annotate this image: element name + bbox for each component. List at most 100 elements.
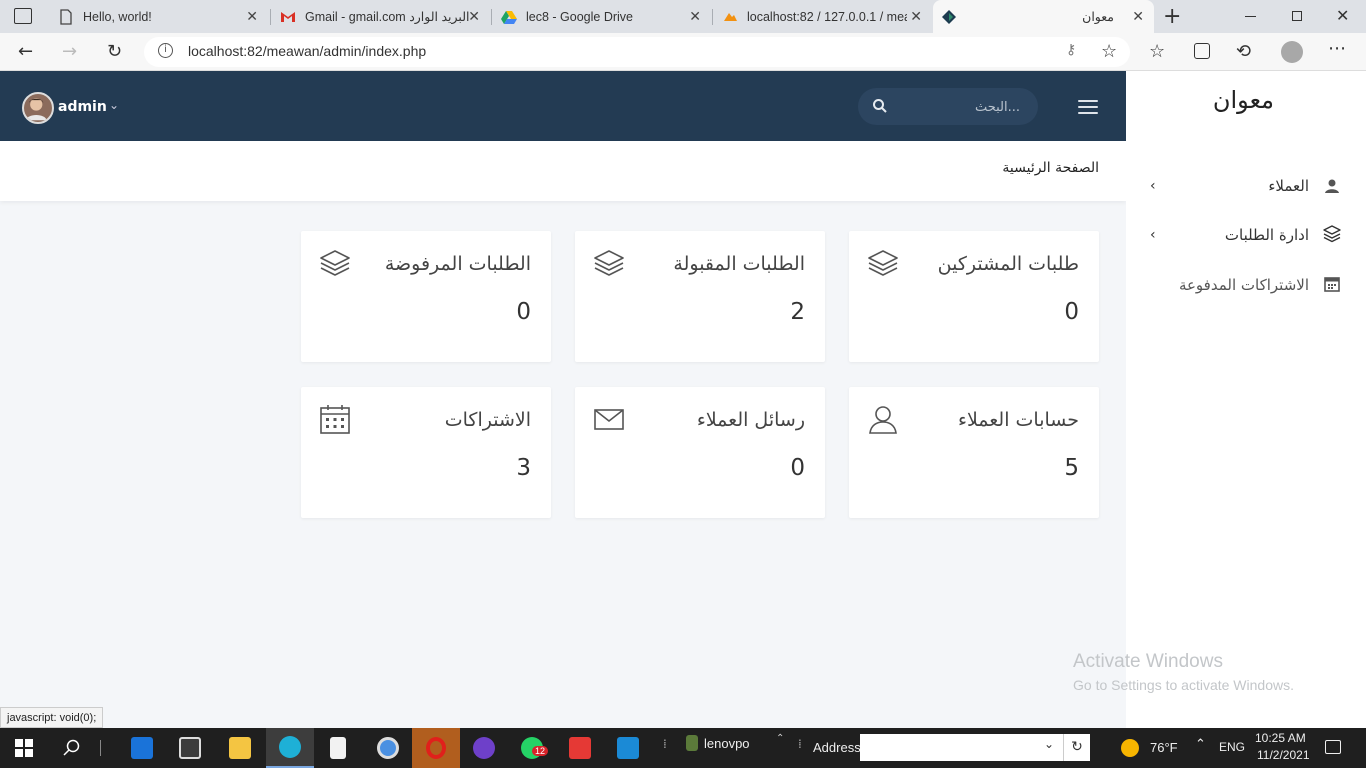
card-value: 5 xyxy=(1064,455,1079,481)
sidebar-item-paid-subscriptions[interactable]: الاشتراكات المدفوعة xyxy=(1179,276,1309,294)
back-icon[interactable]: ← xyxy=(18,41,33,62)
url-text[interactable]: localhost:82/meawan/admin/index.php xyxy=(188,43,426,59)
chevron-left-icon[interactable]: ‹ xyxy=(1150,178,1156,194)
activate-windows-hint: Go to Settings to activate Windows. xyxy=(1073,677,1294,693)
card-title: طلبات المشتركين xyxy=(937,253,1079,275)
search-icon[interactable] xyxy=(872,98,888,114)
close-tab-icon[interactable]: ✕ xyxy=(689,8,701,25)
card-title: رسائل العملاء xyxy=(696,409,805,431)
close-tab-icon[interactable]: ✕ xyxy=(910,8,922,25)
profile-icon[interactable] xyxy=(1281,41,1303,63)
tab-hello-world[interactable]: Hello, world! ✕ xyxy=(50,0,268,33)
new-tab-icon[interactable]: + xyxy=(1163,4,1181,29)
card-value: 2 xyxy=(790,299,805,325)
toolbar-user-label[interactable]: lenovpo xyxy=(704,736,750,751)
search-input[interactable] xyxy=(895,97,1020,117)
card-value: 0 xyxy=(516,299,531,325)
card-customer-accounts[interactable]: حسابات العملاء 5 xyxy=(849,387,1099,518)
minimize-icon[interactable] xyxy=(1245,16,1256,17)
layers-icon xyxy=(1323,225,1341,243)
chevron-up-icon[interactable]: ⌃ xyxy=(776,733,784,744)
user-menu-label[interactable]: admin xyxy=(58,99,107,115)
tab-title: البريد الوارد Gmail - gmail.com xyxy=(305,10,470,24)
chevron-left-icon[interactable]: ‹ xyxy=(1150,227,1156,243)
sidebar-item-customers[interactable]: العملاء xyxy=(1268,177,1309,195)
tab-gmail[interactable]: البريد الوارد Gmail - gmail.com ✕ xyxy=(272,0,490,33)
chrome-app-icon[interactable] xyxy=(364,728,412,768)
gmail-icon xyxy=(281,11,295,22)
card-subscriber-requests[interactable]: طلبات المشتركين 0 xyxy=(849,231,1099,362)
tab-separator xyxy=(491,9,492,25)
tab-meawan-active[interactable]: معوان ✕ xyxy=(933,0,1154,33)
tab-title: localhost:82 / 127.0.0.1 / mea xyxy=(747,9,907,24)
clock-time[interactable]: 10:25 AM xyxy=(1255,731,1306,745)
taskbar-separator xyxy=(100,740,101,756)
card-title: حسابات العملاء xyxy=(958,409,1079,431)
add-favorite-icon[interactable]: ☆ xyxy=(1101,41,1117,62)
tab-separator xyxy=(712,9,713,25)
sidebar-item-requests[interactable]: ادارة الطلبات xyxy=(1225,226,1309,244)
close-tab-icon[interactable]: ✕ xyxy=(1132,8,1144,25)
google-drive-icon xyxy=(501,10,517,24)
notification-badge: 12 xyxy=(532,746,549,756)
store-app-icon[interactable] xyxy=(166,728,214,768)
input-language[interactable]: ENG xyxy=(1219,740,1245,754)
card-title: الاشتراكات xyxy=(444,409,531,431)
weather-temperature[interactable]: 76°F xyxy=(1150,740,1178,755)
edge-browser-icon[interactable] xyxy=(266,728,314,768)
taskbar-search-icon[interactable] xyxy=(48,728,96,768)
clock-date[interactable]: 11/2/2021 xyxy=(1257,748,1310,762)
card-subscriptions[interactable]: الاشتراكات 3 xyxy=(301,387,551,518)
calendar-icon xyxy=(320,405,350,434)
restore-icon[interactable] xyxy=(1292,11,1302,21)
tab-actions-icon[interactable] xyxy=(14,8,32,24)
chevron-up-icon[interactable]: ⌃ xyxy=(1195,737,1206,752)
notifications-icon[interactable] xyxy=(1325,740,1341,754)
anydesk-icon[interactable] xyxy=(556,728,604,768)
card-accepted-requests[interactable]: الطلبات المقبولة 2 xyxy=(575,231,825,362)
card-value: 3 xyxy=(516,455,531,481)
chevron-down-icon[interactable]: ⌄ xyxy=(1044,737,1054,751)
tab-title: معوان xyxy=(1082,10,1114,24)
phpmyadmin-icon xyxy=(724,12,737,21)
key-icon[interactable]: ⚷ xyxy=(1066,42,1076,58)
menu-toggle-icon[interactable] xyxy=(1078,100,1098,114)
card-customer-messages[interactable]: رسائل العملاء 0 xyxy=(575,387,825,518)
toolbar-grip: ⁞ xyxy=(663,737,667,751)
vscode-icon[interactable] xyxy=(604,728,652,768)
favorites-icon[interactable]: ☆ xyxy=(1149,41,1165,62)
card-title: الطلبات المرفوضة xyxy=(384,253,531,275)
weather-icon[interactable] xyxy=(1121,739,1139,757)
site-info-icon[interactable]: i xyxy=(158,43,173,58)
activate-windows-watermark: Activate Windows xyxy=(1073,651,1223,672)
opera-app-icon[interactable] xyxy=(412,728,460,768)
file-explorer-icon[interactable] xyxy=(216,728,264,768)
address-toolbar-input[interactable] xyxy=(860,734,1063,761)
github-desktop-icon[interactable] xyxy=(460,728,508,768)
forward-icon[interactable]: → xyxy=(62,41,77,62)
card-title: الطلبات المقبولة xyxy=(673,253,805,275)
layers-icon xyxy=(320,250,350,276)
close-tab-icon[interactable]: ✕ xyxy=(468,8,480,25)
notepad-app-icon[interactable] xyxy=(314,728,362,768)
breadcrumb: الصفحة الرئيسية xyxy=(1002,160,1099,176)
toolbar-grip: ⁞ xyxy=(798,737,802,751)
tab-phpmyadmin[interactable]: localhost:82 / 127.0.0.1 / mea ✕ xyxy=(714,0,932,33)
mail-app-icon[interactable] xyxy=(118,728,166,768)
card-rejected-requests[interactable]: الطلبات المرفوضة 0 xyxy=(301,231,551,362)
collections-icon[interactable] xyxy=(1194,43,1210,59)
brand-logo-text[interactable]: معوان xyxy=(1213,86,1274,114)
card-value: 0 xyxy=(790,455,805,481)
avatar[interactable] xyxy=(22,92,54,124)
whatsapp-icon[interactable]: 12 xyxy=(508,728,556,768)
refresh-icon[interactable]: ↻ xyxy=(1063,734,1090,761)
tab-google-drive[interactable]: lec8 - Google Drive ✕ xyxy=(493,0,711,33)
reload-icon[interactable]: ↻ xyxy=(107,41,122,62)
window-close-icon[interactable]: ✕ xyxy=(1336,6,1349,25)
start-icon[interactable] xyxy=(0,728,48,768)
chevron-down-icon[interactable]: ⌄ xyxy=(109,98,119,112)
breadcrumb-bar xyxy=(0,141,1126,201)
history-icon[interactable]: ⟲ xyxy=(1236,41,1251,62)
more-icon[interactable]: ⋯ xyxy=(1328,38,1346,59)
close-tab-icon[interactable]: ✕ xyxy=(246,8,258,25)
